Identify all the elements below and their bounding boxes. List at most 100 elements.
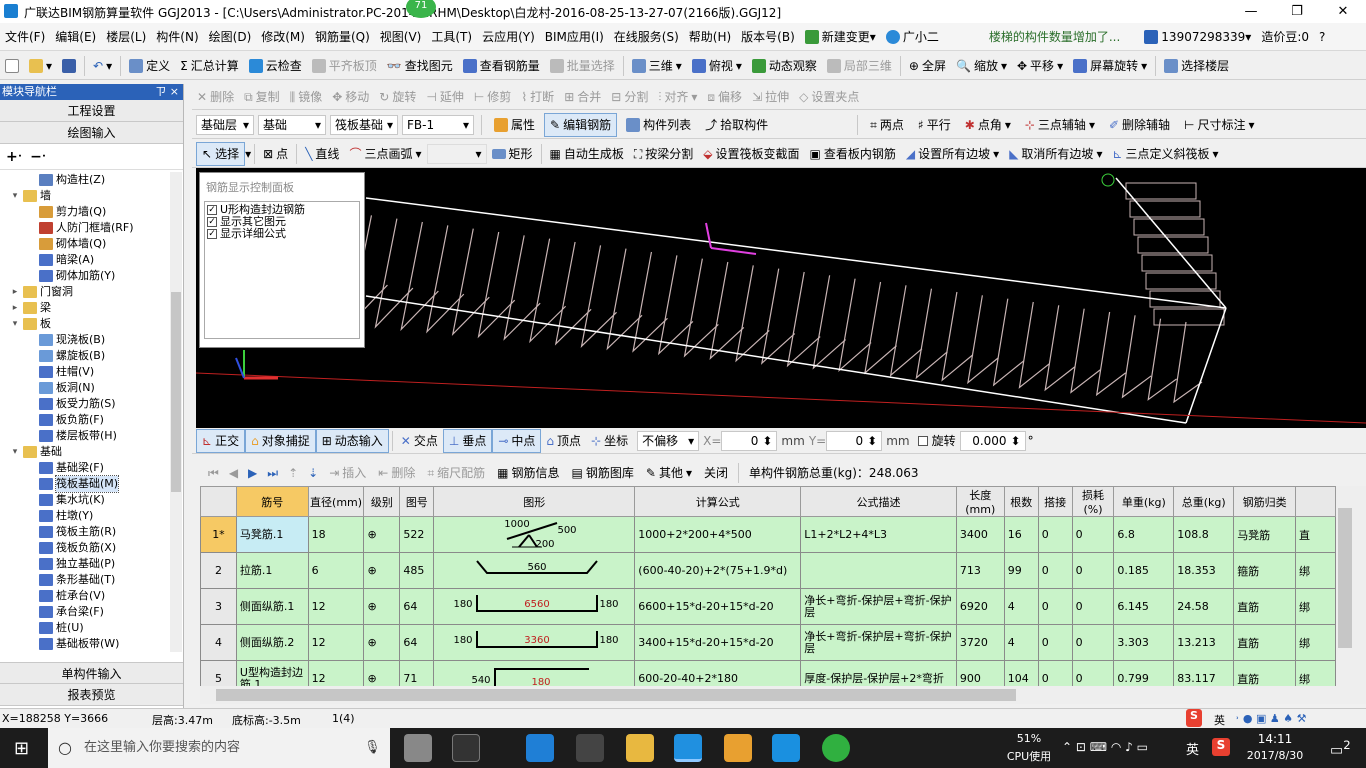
screen-rotate-button[interactable]: 屏幕旋转 ▾ xyxy=(1068,54,1152,78)
category-select[interactable]: 基础 ▾ xyxy=(258,114,326,135)
3d-button[interactable]: 三维 ▾ xyxy=(627,54,687,78)
offset-select[interactable]: 不偏移 ▾ xyxy=(637,430,700,451)
cell-lap[interactable]: 0 xyxy=(1037,624,1073,661)
menu-cloud[interactable]: 云应用(Y) xyxy=(477,23,540,51)
clock-date[interactable]: 2017/8/30 xyxy=(1240,749,1310,762)
checkbox-checked-icon[interactable]: ✓ xyxy=(207,229,217,239)
batch-select-button[interactable]: 批量选择 xyxy=(545,54,620,78)
cell-loss[interactable]: 0 xyxy=(1071,552,1115,589)
undo-button[interactable]: ↶ ▾ xyxy=(88,54,117,78)
tree-item[interactable]: 集水坑(K) xyxy=(0,492,170,508)
variable-section-button[interactable]: ⬙ 设置筏板变截面 xyxy=(698,142,804,166)
cell-cls[interactable]: 箍筋 xyxy=(1233,552,1297,589)
table-row[interactable]: 3 侧面纵筋.1 12 ⊕ 64 180 6560 180 6600+15*d-20+15*d-… xyxy=(200,588,1336,625)
menu-floor[interactable]: 楼层(L) xyxy=(101,23,151,51)
rebar-edge-cage[interactable] xyxy=(1133,218,1205,236)
table-row[interactable]: 1* 马凳筋.1 18 ⊕ 522 1000 500 200 1000+2*200+4*500 L… xyxy=(200,516,1336,553)
cell-len[interactable]: 3400 xyxy=(955,516,1005,553)
cell-total_w[interactable]: 24.58 xyxy=(1173,588,1235,625)
tree-expander-icon[interactable]: ▸ xyxy=(10,284,20,300)
cell-count[interactable]: 16 xyxy=(1003,516,1039,553)
cell-len[interactable]: 6920 xyxy=(955,588,1005,625)
cell-grade[interactable]: ⊕ xyxy=(363,552,401,589)
split-button[interactable]: ⊟ 分割 xyxy=(606,85,653,109)
view-slab-rebar-button[interactable]: ▣ 查看板内钢筋 xyxy=(805,142,901,166)
rebar-stirrup[interactable] xyxy=(889,285,923,377)
cell-fig[interactable]: 485 xyxy=(399,552,435,589)
line-tool-button[interactable]: ╲ 直线 xyxy=(300,142,344,166)
rebar-stirrup[interactable] xyxy=(838,278,872,373)
next-record-button[interactable]: ▶ xyxy=(244,461,261,485)
cell-dia[interactable]: 12 xyxy=(307,588,365,625)
rebar-stirrup[interactable] xyxy=(503,235,541,341)
project-settings-button[interactable]: 工程设置 xyxy=(0,100,183,122)
type-select[interactable]: 筏板基础 ▾ xyxy=(330,114,398,135)
arc-tool-button[interactable]: ⌒ 三点画弧 ▾ xyxy=(344,142,426,166)
delete-axis-button[interactable]: ✐ 删除辅轴 xyxy=(1104,113,1175,137)
tree-item[interactable]: 人防门框墙(RF) xyxy=(0,220,170,236)
arc-mode-select[interactable]: ▾ xyxy=(426,143,487,164)
rebar-edge-cage[interactable] xyxy=(1145,272,1217,290)
notes-app-icon[interactable] xyxy=(724,734,752,762)
rebar-stirrup[interactable] xyxy=(786,271,821,368)
save-button[interactable] xyxy=(57,54,81,78)
menu-tools[interactable]: 工具(T) xyxy=(426,23,477,51)
cell-lap[interactable]: 0 xyxy=(1037,588,1073,625)
grip-point-icon[interactable] xyxy=(1101,173,1115,187)
parallel-axis-button[interactable]: ♯ 平行 xyxy=(913,113,956,137)
row-number[interactable]: 2 xyxy=(200,552,237,589)
point-tool-button[interactable]: ⊠ 点 xyxy=(258,142,293,166)
cell-total_w[interactable]: 108.8 xyxy=(1173,516,1235,553)
cell-len[interactable]: 3720 xyxy=(955,624,1005,661)
tray-icons[interactable]: ⌃ ⊡ ⌨ ◠ ♪ ▭ xyxy=(1062,740,1148,754)
taskbar-ime[interactable]: 英 xyxy=(1186,739,1199,758)
rebar-stirrup[interactable] xyxy=(1018,301,1050,389)
column-header[interactable]: 计算公式 xyxy=(634,486,802,517)
break-button[interactable]: ⌇ 打断 xyxy=(516,85,559,109)
snap-perpendicular-button[interactable]: ⊥ 垂点 xyxy=(442,428,493,453)
price-bean[interactable]: 造价豆:0 xyxy=(1256,23,1314,51)
cell-name[interactable]: 拉筋.1 xyxy=(235,552,309,589)
floor-select[interactable]: 基础层 ▾ xyxy=(196,114,254,135)
rebar-stirrup[interactable] xyxy=(451,228,490,336)
x-coordinate-input[interactable]: 0 ⬍ xyxy=(721,430,778,451)
snap-vertex-button[interactable]: ⌂ 顶点 xyxy=(541,429,586,453)
top-view-button[interactable]: 俯视 ▾ xyxy=(687,54,747,78)
drawing-input-button[interactable]: 绘图输入 xyxy=(0,122,183,144)
menu-component[interactable]: 构件(N) xyxy=(151,23,203,51)
dimension-button[interactable]: ⊢ 尺寸标注 ▾ xyxy=(1179,113,1260,137)
cell-desc[interactable]: L1+2*L2+4*L3 xyxy=(800,516,957,553)
tree-item[interactable]: 筏板负筋(X) xyxy=(0,540,170,556)
table-row[interactable]: 2 拉筋.1 6 ⊕ 485 560 (600-40-20)+2*(75+1.9*d) 713… xyxy=(200,552,1336,589)
column-header[interactable]: 搭接 xyxy=(1037,486,1073,517)
snap-coordinate-button[interactable]: ⊹ 坐标 xyxy=(586,429,633,453)
object-snap-button[interactable]: ⌂ 对象捕捉 xyxy=(245,428,316,453)
rebar-edge-cage[interactable] xyxy=(1153,308,1225,326)
file-explorer-icon[interactable] xyxy=(626,734,654,762)
snap-intersection-button[interactable]: ✕ 交点 xyxy=(396,429,443,453)
table-scrollbar-thumb[interactable] xyxy=(1338,508,1352,648)
select-dropdown-icon[interactable]: ▾ xyxy=(245,147,251,161)
cell-formula[interactable]: 3400+15*d-20+15*d-20 xyxy=(634,624,802,661)
define-button[interactable]: 定义 xyxy=(124,54,175,78)
align-button[interactable]: ⫶ 对齐 ▾ xyxy=(653,85,702,109)
glodon-g-icon[interactable] xyxy=(772,734,800,762)
menu-new-change[interactable]: 新建变更 ▾ xyxy=(800,23,881,51)
cell-count[interactable]: 4 xyxy=(1003,588,1039,625)
copy-button[interactable]: ⧉ 复制 xyxy=(239,85,285,109)
cell-extra[interactable]: 绑 xyxy=(1295,552,1336,589)
cell-fig[interactable]: 71 xyxy=(399,660,435,686)
last-record-button[interactable]: ⏭ xyxy=(263,461,282,485)
rebar-stirrup[interactable] xyxy=(864,281,897,375)
cell-dia[interactable]: 6 xyxy=(307,552,365,589)
cell-formula[interactable]: 600-20-40+2*180 xyxy=(634,660,802,686)
spinner-icon[interactable]: ⬍ xyxy=(762,432,772,450)
row-number[interactable]: 3 xyxy=(200,588,237,625)
tree-expander-icon[interactable]: ▸ xyxy=(10,300,20,316)
cell-fig[interactable]: 522 xyxy=(399,516,435,553)
mirror-button[interactable]: ⫼ 镜像 xyxy=(285,85,328,109)
cloud-check-button[interactable]: 云检查 xyxy=(244,54,307,78)
table-row[interactable]: 4 侧面纵筋.2 12 ⊕ 64 180 3360 180 3400+15*d-20+15*d-… xyxy=(200,624,1336,661)
rebar-stirrup[interactable] xyxy=(1095,311,1126,397)
minimize-button[interactable]: — xyxy=(1228,0,1274,23)
